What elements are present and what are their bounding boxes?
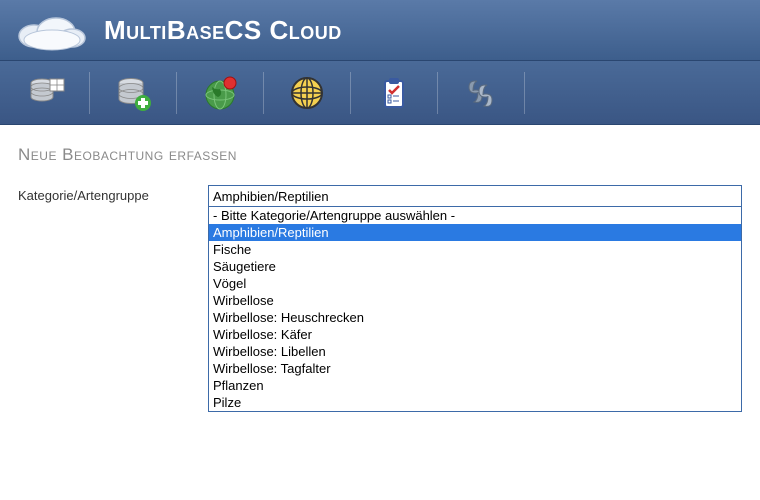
app-header: MultiBaseCS Cloud [0, 0, 760, 60]
database-add-icon [113, 73, 153, 113]
category-option[interactable]: Amphibien/Reptilien [209, 224, 741, 241]
category-option[interactable]: Wirbellose: Tagfalter [209, 360, 741, 377]
toolbar-separator [89, 72, 90, 114]
clipboard-check-icon [374, 73, 414, 113]
database-icon [26, 73, 66, 113]
category-option[interactable]: Säugetiere [209, 258, 741, 275]
globe-grid-icon [287, 73, 327, 113]
toolbar-separator [437, 72, 438, 114]
toolbar-separator [350, 72, 351, 114]
category-option[interactable]: Wirbellose: Käfer [209, 326, 741, 343]
content-area: Neue Beobachtung erfassen Kategorie/Arte… [0, 125, 760, 227]
category-option[interactable]: Vögel [209, 275, 741, 292]
category-label: Kategorie/Artengruppe [18, 185, 208, 203]
category-option[interactable]: - Bitte Kategorie/Artengruppe auswählen … [209, 207, 741, 224]
category-option[interactable]: Pflanzen [209, 377, 741, 394]
toolbar-clipboard-button[interactable] [354, 65, 434, 120]
category-option[interactable]: Wirbellose [209, 292, 741, 309]
toolbar-database-button[interactable] [6, 65, 86, 120]
category-option[interactable]: Fische [209, 241, 741, 258]
cloud-logo-icon [12, 6, 92, 54]
paragraph-icon [461, 73, 501, 113]
toolbar-database-add-button[interactable] [93, 65, 173, 120]
globe-notify-icon [200, 73, 240, 113]
app-title: MultiBaseCS Cloud [104, 15, 342, 46]
category-row: Kategorie/Artengruppe Amphibien/Reptilie… [18, 185, 742, 207]
toolbar-globe-notify-button[interactable] [180, 65, 260, 120]
toolbar-paragraph-button[interactable] [441, 65, 521, 120]
page-title: Neue Beobachtung erfassen [18, 145, 742, 165]
category-select-value: Amphibien/Reptilien [213, 189, 329, 204]
toolbar-globe-grid-button[interactable] [267, 65, 347, 120]
main-toolbar [0, 60, 760, 125]
toolbar-separator [263, 72, 264, 114]
category-dropdown: - Bitte Kategorie/Artengruppe auswählen … [208, 207, 742, 412]
category-select-wrap: Amphibien/Reptilien - Bitte Kategorie/Ar… [208, 185, 742, 207]
category-select[interactable]: Amphibien/Reptilien [208, 185, 742, 207]
toolbar-separator [524, 72, 525, 114]
toolbar-separator [176, 72, 177, 114]
category-option[interactable]: Pilze [209, 394, 741, 411]
category-option[interactable]: Wirbellose: Heuschrecken [209, 309, 741, 326]
category-option[interactable]: Wirbellose: Libellen [209, 343, 741, 360]
